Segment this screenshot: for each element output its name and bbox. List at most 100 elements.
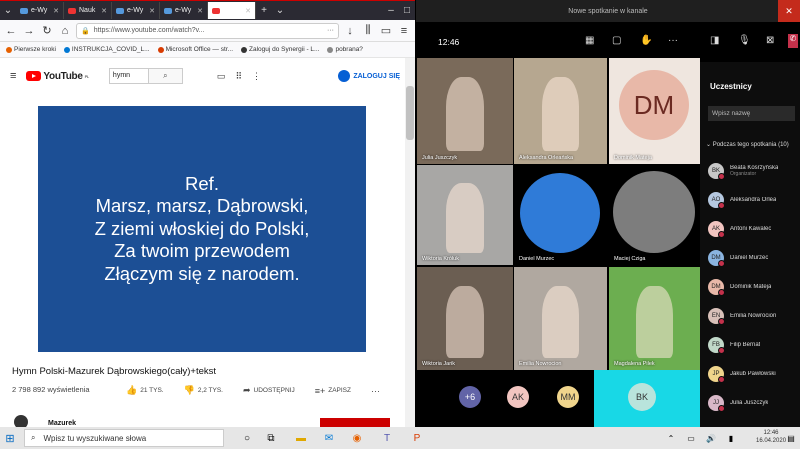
task-view-icon[interactable]: ⧉ (264, 431, 278, 445)
browser-tab[interactable]: e-Wy ✕ (16, 2, 64, 19)
create-video-icon[interactable]: ▭ (217, 71, 226, 82)
browser-tab[interactable]: ✕ (208, 2, 256, 19)
close-tab-icon[interactable]: ✕ (53, 7, 59, 15)
mic-icon[interactable]: 🎙 (738, 35, 751, 46)
participant-row[interactable]: DM Daniel Murzec (708, 249, 800, 267)
taskbar-clock[interactable]: 12:46 16.04.2020 (756, 429, 786, 445)
tab-overflow-icon[interactable]: ⌄ (272, 5, 288, 16)
camera-off-icon[interactable]: ◨ (710, 35, 719, 46)
bookmark-item[interactable]: INSTRUKCJA_COVID_L... (63, 46, 150, 53)
file-explorer-icon[interactable]: ▬ (294, 431, 308, 445)
mail-icon[interactable]: ✉ (322, 431, 336, 445)
participant-row[interactable]: EN Emilia Nowrocion (708, 307, 800, 325)
participant-row[interactable]: BK Beata Kosrzyńska Organizator (708, 162, 800, 180)
close-window-icon[interactable]: ✕ (778, 0, 800, 22)
tab-list-icon[interactable]: ⌄ (0, 5, 16, 16)
participant-row[interactable]: DM Dominik Mateja (708, 278, 800, 296)
raise-hand-icon[interactable]: ✋ (640, 35, 652, 46)
sidebar-icon[interactable]: ▭ (379, 24, 393, 37)
grid-view-icon[interactable]: ▦ (585, 35, 594, 46)
video-tile[interactable]: Magdalena Pilek (609, 267, 700, 370)
participant-avatar[interactable]: MM (557, 386, 579, 408)
battery-icon[interactable]: ▮ (724, 431, 738, 445)
like-button[interactable]: 👍 21 TYS. (126, 385, 164, 396)
home-icon[interactable]: ⌂ (58, 25, 72, 37)
forward-icon[interactable]: → (22, 25, 36, 37)
participant-avatar[interactable]: BK (628, 383, 656, 411)
cortana-icon[interactable]: ○ (240, 431, 254, 445)
chevron-up-icon[interactable]: ⌃ (664, 431, 678, 445)
search-icon[interactable]: ⌕ (148, 68, 183, 84)
participant-row[interactable]: AK Antoni Kawalec (708, 220, 800, 238)
clock-time: 12:46 (763, 430, 779, 436)
bookmark-item[interactable]: Pierwsze kroki (6, 46, 56, 53)
video-tile[interactable]: DM Dominik Mateja (609, 58, 700, 164)
close-tab-icon[interactable]: ✕ (101, 7, 107, 15)
volume-icon[interactable]: 🔊 (704, 431, 718, 445)
participant-row[interactable]: JP Jakub Pawłowski (708, 365, 800, 383)
video-tile[interactable]: Maciej Cziga (609, 165, 700, 265)
bookmark-item[interactable]: Microsoft Office — str... (157, 46, 233, 53)
video-tile[interactable]: Aleksandra Orleańska (514, 58, 607, 164)
page-actions-icon[interactable]: ··· (327, 27, 334, 34)
video-tile[interactable]: Julia Juszczyk (417, 58, 513, 164)
save-button[interactable]: ≡+ ZAPISZ (315, 385, 351, 396)
video-player[interactable]: Ref. Marsz, marsz, Dąbrowski, Z ziemi włos… (38, 106, 366, 352)
sign-in-button[interactable]: ZALOGUJ SIĘ (338, 70, 400, 82)
bookmark-item[interactable]: pobrana? (327, 46, 363, 53)
browser-tab[interactable]: e-Wy ✕ (112, 2, 160, 19)
share-button[interactable]: ➦ UDOSTĘPNIJ (243, 385, 295, 396)
bookmark-label: Microsoft Office — str... (165, 46, 233, 53)
browser-tab[interactable]: e-Wy ✕ (160, 2, 208, 19)
subscribe-button[interactable] (320, 418, 390, 427)
new-tab-button[interactable]: + (256, 5, 272, 16)
scrollbar-thumb[interactable] (406, 86, 414, 140)
share-screen-off-icon[interactable]: ⊠ (766, 35, 774, 46)
channel-name[interactable]: Mazurek (48, 420, 76, 427)
firefox-icon[interactable]: ◉ (350, 431, 364, 445)
start-icon[interactable]: ⊞ (0, 432, 20, 445)
library-icon[interactable]: ⫼ (361, 24, 375, 37)
participant-row[interactable]: FB Filip Bernat (708, 336, 800, 354)
taskbar-search[interactable]: ⌕ Wpisz tu wyszukiwane słowa (24, 429, 224, 447)
youtube-logo[interactable]: YouTube PL (26, 71, 89, 82)
hamburger-icon[interactable]: ≡ (10, 70, 16, 82)
close-tab-icon[interactable]: ✕ (197, 7, 203, 15)
apps-icon[interactable]: ⠿ (235, 71, 242, 82)
bookmark-item[interactable]: Zaloguj do Synergii - L... (241, 46, 319, 53)
participant-row[interactable]: JJ Julia Juszczyk (708, 394, 800, 412)
close-tab-icon[interactable]: ✕ (245, 7, 251, 15)
more-participants-button[interactable]: +6 (459, 386, 481, 408)
video-tile[interactable]: Wiktoria Jarik (417, 267, 513, 370)
participant-name-label: Daniel Murzec (519, 256, 555, 262)
hang-up-icon[interactable]: ✆ (788, 34, 798, 48)
maximize-icon[interactable]: □ (399, 5, 415, 16)
participant-avatar[interactable]: AK (507, 386, 529, 408)
powerpoint-icon[interactable]: P (410, 431, 424, 445)
close-tab-icon[interactable]: ✕ (149, 7, 155, 15)
more-icon[interactable]: ⋮ (252, 71, 261, 82)
participant-name: Dominik Mateja (730, 284, 771, 290)
participant-row[interactable]: AO Aleksandra Orlea (708, 191, 800, 209)
participant-search-input[interactable]: Wpisz nazwę (708, 106, 795, 121)
notifications-icon[interactable]: ▤ (784, 431, 798, 445)
reload-icon[interactable]: ↻ (40, 24, 54, 37)
chat-icon[interactable]: ▢ (612, 35, 621, 46)
teams-icon[interactable]: T (380, 431, 394, 445)
minimize-icon[interactable]: – (383, 5, 399, 16)
download-icon[interactable]: ↓ (343, 25, 357, 37)
video-tile[interactable]: Emilia Nowrocion (514, 267, 607, 370)
dislike-button[interactable]: 👎 2,2 TYS. (184, 385, 223, 396)
search-input[interactable]: hymn (108, 68, 149, 84)
video-tile[interactable]: Wiktoria Króluk (417, 165, 513, 265)
participants-section-header[interactable]: ⌄ Podczas tego spotkania (10) (706, 141, 796, 149)
network-icon[interactable]: ▭ (684, 431, 698, 445)
browser-tab[interactable]: Nauk ✕ (64, 2, 112, 19)
more-options-icon[interactable]: ··· (668, 35, 678, 46)
more-actions-button[interactable]: ··· (371, 385, 380, 396)
url-bar[interactable]: 🔒 https://www.youtube.com/watch?v... ··· (76, 22, 339, 39)
save-label: ZAPISZ (328, 387, 351, 394)
video-tile[interactable]: Daniel Murzec (514, 165, 607, 265)
back-icon[interactable]: ← (4, 25, 18, 37)
menu-icon[interactable]: ≡ (397, 25, 411, 37)
